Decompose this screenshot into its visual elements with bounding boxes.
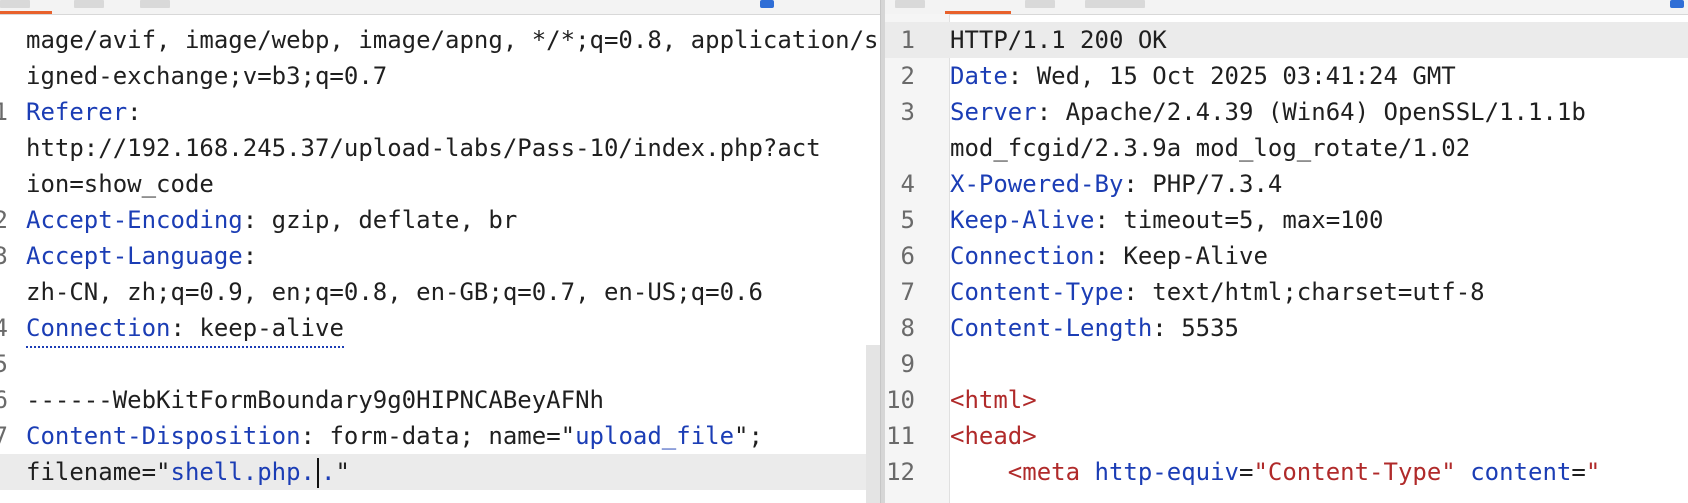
- html-tag: <meta: [1007, 458, 1081, 486]
- response-line[interactable]: 5 Keep-Alive: timeout=5, max=100: [885, 202, 1688, 238]
- header-key: Connection: [950, 242, 1095, 270]
- request-line[interactable]: 5: [0, 346, 880, 382]
- text-caret: [317, 458, 319, 488]
- request-tab-strip: [0, 0, 880, 15]
- active-tab-underline: [945, 11, 1011, 14]
- request-line[interactable]: 4 Connection: keep-alive: [0, 310, 880, 348]
- response-line[interactable]: 7 Content-Type: text/html;charset=utf-8: [885, 274, 1688, 310]
- request-line[interactable]: 2 Accept-Encoding: gzip, deflate, br: [0, 202, 880, 238]
- response-tab-strip: [885, 0, 1688, 15]
- header-key: Server: [950, 98, 1037, 126]
- header-key: Content-Type: [950, 278, 1124, 306]
- badge-icon: [760, 0, 774, 8]
- html-tag: <html>: [950, 386, 1037, 414]
- header-key: Content-Length: [950, 314, 1153, 342]
- request-line[interactable]: mage/avif, image/webp, image/apng, */*;q…: [0, 22, 880, 58]
- response-line[interactable]: 4 X-Powered-By: PHP/7.3.4: [885, 166, 1688, 202]
- header-key: Content-Disposition: [26, 422, 301, 450]
- badge-icon: [1670, 0, 1684, 8]
- request-editor[interactable]: mage/avif, image/webp, image/apng, */*;q…: [0, 0, 880, 503]
- active-tab-underline: [0, 11, 52, 14]
- response-line[interactable]: 9: [885, 346, 1688, 382]
- tab-ghost: [1025, 0, 1055, 8]
- response-line[interactable]: 8 Content-Length: 5535: [885, 310, 1688, 346]
- request-line[interactable]: ion=show_code: [0, 166, 880, 202]
- vertical-scrollbar[interactable]: [866, 345, 880, 503]
- request-line[interactable]: igned-exchange;v=b3;q=0.7: [0, 58, 880, 94]
- response-line[interactable]: 12 <meta http-equiv="Content-Type" conte…: [885, 454, 1688, 490]
- header-key: X-Powered-By: [950, 170, 1124, 198]
- response-line[interactable]: 11 <head>: [885, 418, 1688, 454]
- header-key: Referer: [26, 98, 128, 126]
- request-line[interactable]: 7 Content-Disposition: form-data; name="u…: [0, 418, 880, 454]
- header-key: Accept-Language: [26, 242, 243, 270]
- request-line[interactable]: 6 ------WebKitFormBoundary9g0HIPNCABeyAFN…: [0, 382, 880, 418]
- html-tag: <head>: [950, 422, 1037, 450]
- request-line[interactable]: zh-CN, zh;q=0.9, en;q=0.8, en-GB;q=0.7, …: [0, 274, 880, 310]
- header-key: Accept-Encoding: [26, 206, 243, 234]
- tab-ghost: [895, 0, 925, 8]
- header-key: Date: [950, 62, 1008, 90]
- tab-ghost: [140, 0, 170, 8]
- tab-ghost: [74, 0, 104, 8]
- header-key: Connection: [26, 314, 171, 342]
- header-key: Keep-Alive: [950, 206, 1095, 234]
- request-line-current[interactable]: filename="shell.php. .": [0, 454, 880, 490]
- response-line[interactable]: 6 Connection: Keep-Alive: [885, 238, 1688, 274]
- request-line[interactable]: 3 Accept-Language:: [0, 238, 880, 274]
- tab-ghost: [0, 0, 30, 8]
- response-viewer[interactable]: 1 HTTP/1.1 200 OK 2 Date: Wed, 15 Oct 2025…: [885, 0, 1688, 503]
- tab-ghost: [1085, 0, 1145, 8]
- response-line[interactable]: mod_fcgid/2.3.9a mod_log_rotate/1.02: [885, 130, 1688, 166]
- response-line[interactable]: 3 Server: Apache/2.4.39 (Win64) OpenSSL/1…: [885, 94, 1688, 130]
- response-line[interactable]: 2 Date: Wed, 15 Oct 2025 03:41:24 GMT: [885, 58, 1688, 94]
- response-line[interactable]: 1 HTTP/1.1 200 OK: [885, 22, 1688, 58]
- request-line[interactable]: http://192.168.245.37/upload-labs/Pass-1…: [0, 130, 880, 166]
- request-line[interactable]: 1 Referer:: [0, 94, 880, 130]
- response-line[interactable]: 10 <html>: [885, 382, 1688, 418]
